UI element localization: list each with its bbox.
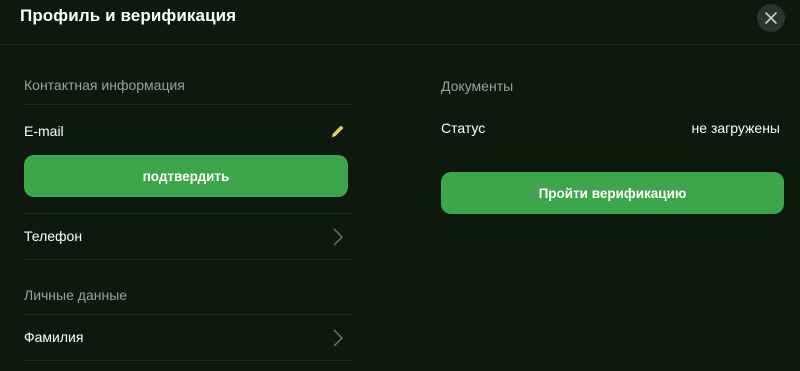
- contact-column: Контактная информация E-mail подтвердить…: [24, 64, 352, 361]
- contact-section-label: Контактная информация: [24, 64, 352, 105]
- modal-header: Профиль и верификация: [0, 0, 800, 45]
- pencil-icon[interactable]: [330, 123, 346, 139]
- status-label: Статус: [441, 120, 486, 136]
- surname-row[interactable]: Фамилия: [24, 315, 352, 361]
- personal-section-label: Личные данные: [24, 274, 352, 315]
- email-label: E-mail: [24, 123, 64, 139]
- chevron-right-icon: [333, 228, 344, 246]
- page-title: Профиль и верификация: [20, 6, 237, 25]
- close-button[interactable]: [757, 4, 785, 32]
- chevron-right-icon: [333, 329, 344, 347]
- status-row: Статус не загружены: [441, 106, 784, 150]
- confirm-email-button[interactable]: подтвердить: [24, 155, 348, 197]
- email-block: E-mail подтвердить: [24, 105, 352, 214]
- profile-verification-modal: Профиль и верификация Контактная информа…: [0, 0, 800, 371]
- close-icon: [765, 12, 777, 24]
- verify-button[interactable]: Пройти верификацию: [441, 172, 784, 214]
- status-value: не загружены: [691, 120, 780, 136]
- phone-label: Телефон: [24, 228, 83, 244]
- surname-label: Фамилия: [24, 329, 84, 345]
- phone-row[interactable]: Телефон: [24, 214, 352, 260]
- documents-column: Документы Статус не загружены Пройти вер…: [441, 64, 784, 214]
- documents-section-label: Документы: [441, 78, 514, 94]
